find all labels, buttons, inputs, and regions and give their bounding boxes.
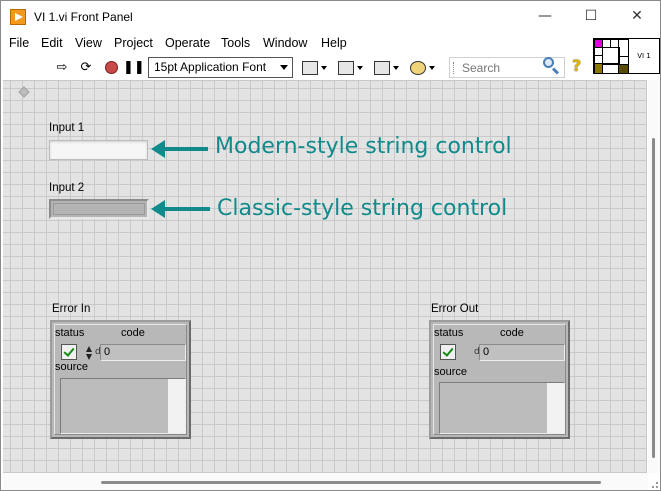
- toolbar: ⇨ ⟳ ❚❚ 15pt Application Font Search: [1, 54, 591, 80]
- error-out-code-label: code: [500, 327, 524, 339]
- vertical-scroll-thumb[interactable]: [652, 138, 655, 458]
- arrow-classic-head: [151, 200, 165, 218]
- vertical-scrollbar[interactable]: [648, 80, 660, 473]
- arrow-modern-line: [164, 147, 208, 151]
- menu-operate[interactable]: Operate: [165, 36, 210, 50]
- reorder-icon[interactable]: [408, 59, 436, 77]
- error-out-cluster[interactable]: status code d 0 source: [429, 320, 570, 439]
- pause-icon[interactable]: ❚❚: [123, 59, 145, 77]
- align-objects-icon[interactable]: [300, 59, 328, 77]
- error-in-source-label: source: [55, 361, 89, 373]
- menu-edit[interactable]: Edit: [41, 36, 63, 50]
- error-in-status-checkbox[interactable]: [61, 344, 77, 360]
- error-out-source-field: [439, 382, 565, 434]
- font-select-value: 15pt Application Font: [154, 60, 267, 74]
- vi-icon[interactable]: VI 1: [628, 38, 660, 74]
- front-panel-window: VI 1.vi Front Panel — ☐ ✕ File Edit View…: [0, 0, 661, 491]
- arrow-modern-head: [151, 140, 165, 158]
- error-out-status-label: status: [434, 327, 464, 339]
- input2-label: Input 2: [49, 182, 85, 194]
- origin-marker: [18, 86, 30, 98]
- font-select[interactable]: 15pt Application Font: [148, 57, 293, 78]
- distribute-objects-icon[interactable]: [336, 59, 364, 77]
- minimize-button[interactable]: —: [522, 1, 568, 32]
- error-in-code-label: code: [121, 327, 145, 339]
- error-out-source-scrollbar[interactable]: [546, 383, 564, 433]
- error-out-source-label: source: [434, 366, 468, 378]
- input1-string-control[interactable]: [49, 140, 148, 160]
- resize-objects-icon[interactable]: [372, 59, 400, 77]
- abort-icon[interactable]: [102, 59, 120, 77]
- resize-grip-icon[interactable]: [648, 478, 660, 490]
- input2-text: [53, 203, 145, 215]
- search-icon[interactable]: [541, 56, 561, 76]
- menu-view[interactable]: View: [75, 36, 102, 50]
- error-out-label: Error Out: [431, 303, 479, 315]
- error-in-code-field[interactable]: 0: [100, 344, 186, 361]
- run-arrow-icon[interactable]: ⇨: [53, 59, 71, 77]
- window-title: VI 1.vi Front Panel: [34, 10, 133, 24]
- menu-bar: File Edit View Project Operate Tools Win…: [1, 32, 591, 54]
- error-in-cluster[interactable]: status code d 0 source: [50, 320, 191, 439]
- arrow-classic-line: [164, 207, 210, 211]
- run-continuously-icon[interactable]: ⟳: [77, 59, 95, 77]
- error-in-code-incdec[interactable]: [86, 345, 93, 361]
- menu-tools[interactable]: Tools: [221, 36, 250, 50]
- horizontal-scroll-thumb[interactable]: [101, 481, 601, 484]
- input2-string-control[interactable]: [49, 199, 149, 219]
- error-in-status-label: status: [55, 327, 85, 339]
- annotation-classic: Classic-style string control: [217, 196, 508, 221]
- input1-label: Input 1: [49, 122, 85, 134]
- error-in-source-scrollbar[interactable]: [167, 379, 185, 433]
- connector-pane[interactable]: [593, 38, 629, 74]
- error-out-status-checkbox: [440, 344, 456, 360]
- error-in-label: Error In: [52, 303, 91, 315]
- context-help-icon[interactable]: ?: [572, 56, 586, 76]
- error-in-source-field[interactable]: [60, 378, 186, 434]
- horizontal-scrollbar[interactable]: [3, 473, 648, 490]
- menu-file[interactable]: File: [9, 36, 29, 50]
- toolbar-grip: [453, 62, 455, 74]
- title-bar[interactable]: VI 1.vi Front Panel — ☐ ✕: [1, 1, 660, 32]
- menu-project[interactable]: Project: [114, 36, 153, 50]
- chevron-down-icon: [280, 65, 288, 70]
- error-out-code-field: 0: [479, 344, 565, 361]
- menu-window[interactable]: Window: [263, 36, 307, 50]
- annotation-modern: Modern-style string control: [215, 134, 512, 159]
- menu-help[interactable]: Help: [321, 36, 347, 50]
- close-button[interactable]: ✕: [614, 1, 660, 32]
- maximize-button[interactable]: ☐: [568, 1, 614, 32]
- search-placeholder: Search: [462, 61, 501, 75]
- labview-app-icon: [10, 9, 26, 25]
